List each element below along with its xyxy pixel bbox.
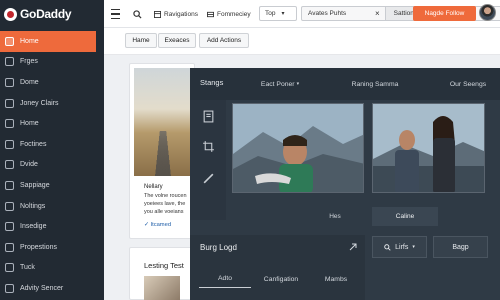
sidebar-item-propestions[interactable]: Propestions bbox=[0, 237, 104, 258]
nav-fommeciey[interactable]: Fommeciey bbox=[207, 0, 251, 28]
search-icon bbox=[133, 9, 142, 19]
sidebar-item-home[interactable]: Home bbox=[0, 31, 96, 52]
sidebar-item-label: Dvide bbox=[20, 161, 38, 169]
modal-tab-eact-poner[interactable]: Eact Poner ▾ bbox=[248, 75, 312, 93]
modal-title: Stangs bbox=[200, 78, 224, 87]
promotions-icon bbox=[5, 242, 14, 252]
modal-tab-raning-samma[interactable]: Raning Samma bbox=[336, 75, 414, 93]
device-icon bbox=[5, 160, 14, 170]
sidebar-item-noltings[interactable]: Noltings bbox=[0, 196, 104, 217]
photo-tab-hes[interactable]: Hes bbox=[302, 207, 368, 226]
sidebar-item-label: Insedige bbox=[20, 223, 47, 231]
modal-tab-our-seengs[interactable]: Our Seengs bbox=[436, 75, 500, 93]
bagp-button[interactable]: Bagp bbox=[433, 236, 488, 258]
navigation-icon bbox=[154, 10, 161, 18]
filter-chip[interactable]: Avates Puhts bbox=[302, 7, 370, 20]
lower-tab-canfigation[interactable]: Canfigation bbox=[255, 270, 307, 288]
sidebar-item-label: Noltings bbox=[20, 202, 46, 210]
sidebar-item-tuck[interactable]: Tuck bbox=[0, 258, 104, 279]
sidebar-item-label: Dome bbox=[20, 78, 39, 86]
storage-icon bbox=[5, 180, 14, 190]
expand-icon[interactable] bbox=[349, 243, 357, 251]
select-value: Top bbox=[265, 10, 276, 17]
road-image bbox=[134, 68, 190, 176]
sidebar-item-label: Advity Sencer bbox=[20, 284, 64, 292]
lower-panel-title: Burg Logd bbox=[200, 243, 237, 252]
truck-icon bbox=[5, 263, 14, 273]
pages-icon bbox=[5, 57, 14, 67]
crop-tool-icon[interactable] bbox=[202, 140, 215, 153]
avatar[interactable] bbox=[479, 4, 496, 21]
card-body-line: you alle voeians bbox=[144, 209, 184, 215]
pen-tool-icon[interactable] bbox=[202, 172, 215, 185]
sidebar-item-label: Joney Clairs bbox=[20, 99, 59, 107]
lower-tab-mambs[interactable]: Mambs bbox=[310, 270, 362, 288]
close-icon[interactable]: × bbox=[370, 9, 385, 18]
sub-bar: Hame Exeaces Add Actions bbox=[104, 28, 500, 55]
nav-label: Ravigations bbox=[164, 10, 198, 18]
menu-button[interactable] bbox=[111, 0, 121, 28]
sidebar-item-label: Home bbox=[20, 37, 39, 45]
logo-icon bbox=[4, 7, 17, 21]
chevron-down-icon: ▾ bbox=[412, 244, 415, 250]
sidebar-item-label: Home bbox=[20, 120, 39, 128]
add-actions-button[interactable]: Add Actions bbox=[199, 33, 249, 48]
modal-tab-label: Eact Poner bbox=[260, 80, 295, 88]
exeaces-button[interactable]: Exeaces bbox=[158, 33, 196, 48]
photo-tab-caline[interactable]: Caline bbox=[372, 207, 438, 226]
sidebar-item-label: Frges bbox=[20, 58, 38, 66]
modal-toolbar bbox=[190, 100, 226, 220]
sidebar-nav: Home Frges Dome Joney Clairs Home Foctin… bbox=[0, 31, 104, 299]
card-link-label: Itcamed bbox=[150, 222, 172, 228]
home-tab-button[interactable]: Hame bbox=[125, 33, 157, 48]
chart-icon bbox=[5, 98, 14, 108]
sidebar-item-frges[interactable]: Frges bbox=[0, 52, 104, 73]
sidebar-item-label: Sappiage bbox=[20, 181, 50, 189]
chevron-down-icon: ▾ bbox=[296, 81, 300, 87]
sidebar: GoDaddy Home Frges Dome Joney Clairs Hom… bbox=[0, 0, 104, 300]
sidebar-item-sappiage[interactable]: Sappiage bbox=[0, 175, 104, 196]
photo-couple[interactable] bbox=[372, 103, 485, 193]
card-body-line: yoeiees lave, the bbox=[144, 201, 186, 207]
sidebar-item-home-2[interactable]: Home bbox=[0, 113, 104, 134]
card-title: Nellary bbox=[144, 184, 163, 190]
sidebar-item-dome[interactable]: Dome bbox=[0, 72, 104, 93]
logo[interactable]: GoDaddy bbox=[4, 5, 72, 23]
chevron-down-icon: ▾ bbox=[281, 11, 285, 17]
home-icon bbox=[5, 36, 14, 46]
search-icon bbox=[384, 243, 391, 251]
nav-navigations[interactable]: Ravigations bbox=[154, 0, 198, 28]
document-icon bbox=[5, 139, 14, 149]
search-button[interactable] bbox=[133, 0, 143, 28]
thumbnail-image bbox=[144, 276, 180, 300]
sidebar-item-joney-clairs[interactable]: Joney Clairs bbox=[0, 93, 104, 114]
house-icon bbox=[5, 119, 14, 129]
sidebar-item-label: Tuck bbox=[20, 264, 35, 272]
insights-icon bbox=[5, 222, 14, 232]
settings-icon bbox=[5, 201, 14, 211]
nav-label: Fommeciey bbox=[217, 10, 251, 18]
top-bar: Ravigations Fommeciey Top ▾ Avates Puhts… bbox=[104, 0, 500, 28]
lower-tab-adto[interactable]: Adto bbox=[199, 270, 251, 288]
logo-text: GoDaddy bbox=[20, 7, 72, 21]
card-body-line: The volne roucen bbox=[144, 193, 187, 199]
sidebar-item-label: Foctines bbox=[20, 140, 47, 148]
second-card-title: Lesting Test bbox=[144, 261, 184, 270]
sidebar-item-label: Propestions bbox=[20, 243, 57, 251]
sidebar-item-insedige[interactable]: Insedige bbox=[0, 216, 104, 237]
activity-icon bbox=[5, 283, 14, 293]
hamburger-icon bbox=[111, 7, 120, 21]
follow-button[interactable]: Nagde Follow bbox=[413, 6, 476, 21]
top-select[interactable]: Top ▾ bbox=[259, 6, 297, 21]
document-tool-icon[interactable] bbox=[202, 110, 215, 123]
card-link[interactable]: ✓ Itcamed bbox=[144, 222, 171, 230]
filter-label: Lirfs bbox=[395, 243, 409, 251]
sidebar-item-dvide[interactable]: Dvide bbox=[0, 155, 104, 176]
sidebar-item-foctines[interactable]: Foctines bbox=[0, 134, 104, 155]
commerce-icon bbox=[207, 11, 214, 17]
filter-dropdown[interactable]: Lirfs ▾ bbox=[372, 236, 427, 258]
domain-icon bbox=[5, 77, 14, 87]
photo-man-mountains[interactable] bbox=[232, 103, 364, 193]
sidebar-item-advity-sencer[interactable]: Advity Sencer bbox=[0, 278, 104, 299]
